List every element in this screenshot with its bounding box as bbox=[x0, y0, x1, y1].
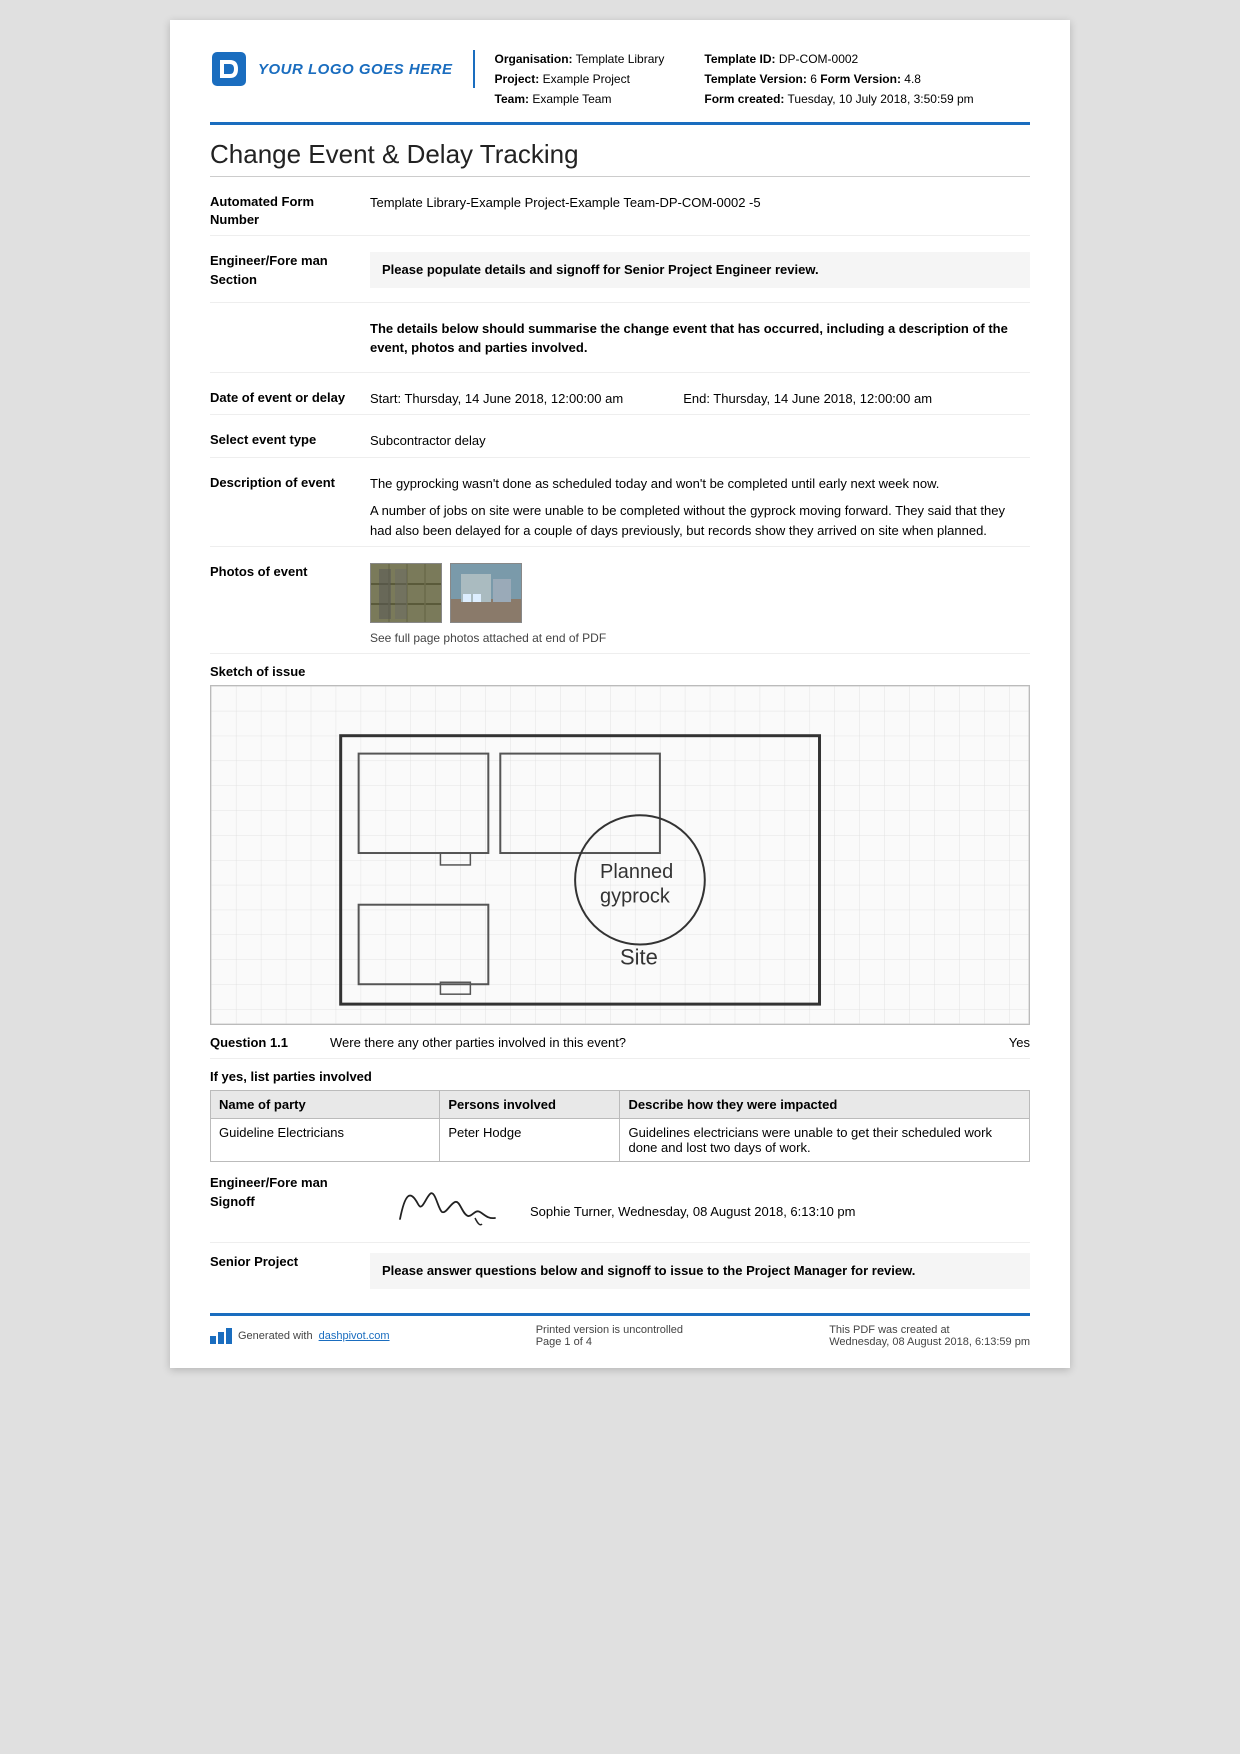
form-created-line: Form created: Tuesday, 10 July 2018, 3:5… bbox=[704, 90, 973, 108]
parties-label: If yes, list parties involved bbox=[210, 1069, 1030, 1084]
footer-right: This PDF was created at Wednesday, 08 Au… bbox=[829, 1324, 1030, 1348]
project-line: Project: Example Project bbox=[495, 70, 665, 88]
party-impact: Guidelines electricians were unable to g… bbox=[620, 1119, 1030, 1162]
page-label: Page 1 bbox=[536, 1336, 571, 1348]
logo-area: YOUR LOGO GOES HERE bbox=[210, 50, 475, 88]
photos-row: Photos of event bbox=[210, 557, 1030, 654]
photos-container bbox=[370, 563, 1030, 623]
col-header-name: Name of party bbox=[211, 1091, 440, 1119]
photos-label: Photos of event bbox=[210, 563, 370, 647]
document-page: YOUR LOGO GOES HERE Organisation: Templa… bbox=[170, 20, 1070, 1368]
footer-logo: Generated with dashpivot.com bbox=[210, 1328, 390, 1344]
auto-form-value: Template Library-Example Project-Example… bbox=[370, 193, 1030, 229]
date-label: Date of event or delay bbox=[210, 389, 370, 409]
generated-text: Generated with bbox=[238, 1330, 313, 1342]
event-type-value: Subcontractor delay bbox=[370, 431, 1030, 451]
svg-text:gyprock: gyprock bbox=[600, 886, 670, 908]
table-body: Guideline Electricians Peter Hodge Guide… bbox=[211, 1119, 1030, 1162]
table-header-row: Name of party Persons involved Describe … bbox=[211, 1091, 1030, 1119]
col-header-persons: Persons involved bbox=[440, 1091, 620, 1119]
version-line: Template Version: 6 Form Version: 4.8 bbox=[704, 70, 973, 88]
description-row: Description of event The gyprocking wasn… bbox=[210, 468, 1030, 548]
question-text: Were there any other parties involved in… bbox=[330, 1035, 989, 1050]
footer: Generated with dashpivot.com Printed ver… bbox=[210, 1313, 1030, 1348]
sketch-area: Planned gyprock Site bbox=[210, 685, 1030, 1025]
details-text: The details below should summarise the c… bbox=[370, 319, 1030, 358]
photo-note: See full page photos attached at end of … bbox=[370, 629, 1030, 647]
form-title: Change Event & Delay Tracking bbox=[210, 139, 1030, 177]
of-text: of 4 bbox=[574, 1336, 592, 1348]
pdf-created-label: This PDF was created at bbox=[829, 1324, 1030, 1336]
sketch-label: Sketch of issue bbox=[210, 664, 1030, 679]
team-line: Team: Example Team bbox=[495, 90, 665, 108]
parties-table: Name of party Persons involved Describe … bbox=[210, 1090, 1030, 1162]
signoff-row: Engineer/Fore man Signoff Sophie Turner,… bbox=[210, 1174, 1030, 1234]
eng-fore-row: Engineer/Fore man Section Please populat… bbox=[210, 246, 1030, 303]
signoff-name: Sophie Turner, Wednesday, 08 August 2018… bbox=[530, 1174, 855, 1219]
header-meta-left: Organisation: Template Library Project: … bbox=[495, 50, 665, 110]
details-row: The details below should summarise the c… bbox=[210, 313, 1030, 373]
uncontrolled-text: Printed version is uncontrolled bbox=[536, 1324, 683, 1336]
header: YOUR LOGO GOES HERE Organisation: Templa… bbox=[210, 50, 1030, 125]
footer-center: Printed version is uncontrolled Page 1 o… bbox=[536, 1324, 683, 1348]
dashpivot-link[interactable]: dashpivot.com bbox=[319, 1330, 390, 1342]
col-header-impact: Describe how they were impacted bbox=[620, 1091, 1030, 1119]
sketch-section: Sketch of issue bbox=[210, 664, 1030, 1025]
logo-icon bbox=[210, 50, 248, 88]
date-row: Date of event or delay Start: Thursday, … bbox=[210, 383, 1030, 416]
senior-row: Senior Project Please answer questions b… bbox=[210, 1242, 1030, 1297]
description-2: A number of jobs on site were unable to … bbox=[370, 501, 1030, 540]
auto-form-row: Automated Form Number Template Library-E… bbox=[210, 187, 1030, 236]
description-label: Description of event bbox=[210, 474, 370, 541]
sketch-svg: Planned gyprock Site bbox=[211, 686, 1029, 1024]
party-persons: Peter Hodge bbox=[440, 1119, 620, 1162]
org-line: Organisation: Template Library bbox=[495, 50, 665, 68]
page-number: Page 1 of 4 bbox=[536, 1336, 683, 1348]
pdf-created-value: Wednesday, 08 August 2018, 6:13:59 pm bbox=[829, 1336, 1030, 1348]
event-type-label: Select event type bbox=[210, 431, 370, 451]
signature-image bbox=[390, 1174, 510, 1234]
table-row: Guideline Electricians Peter Hodge Guide… bbox=[211, 1119, 1030, 1162]
eng-fore-value: Please populate details and signoff for … bbox=[370, 252, 1030, 296]
description-1: The gyprocking wasn't done as scheduled … bbox=[370, 474, 1030, 494]
footer-bars-icon bbox=[210, 1328, 232, 1344]
senior-project-value: Please answer questions below and signof… bbox=[370, 1253, 1030, 1289]
header-meta-right: Template ID: DP-COM-0002 Template Versio… bbox=[704, 50, 973, 110]
event-type-row: Select event type Subcontractor delay bbox=[210, 425, 1030, 458]
date-end: End: Thursday, 14 June 2018, 12:00:00 am bbox=[683, 389, 932, 409]
date-values: Start: Thursday, 14 June 2018, 12:00:00 … bbox=[370, 389, 1030, 409]
question-answer: Yes bbox=[1009, 1035, 1030, 1050]
question-label: Question 1.1 bbox=[210, 1035, 330, 1050]
party-name: Guideline Electricians bbox=[211, 1119, 440, 1162]
table-header: Name of party Persons involved Describe … bbox=[211, 1091, 1030, 1119]
svg-text:Site: Site bbox=[620, 945, 658, 970]
svg-text:Planned: Planned bbox=[600, 861, 673, 883]
date-start: Start: Thursday, 14 June 2018, 12:00:00 … bbox=[370, 389, 623, 409]
senior-project-label: Senior Project bbox=[210, 1253, 370, 1271]
auto-form-label: Automated Form Number bbox=[210, 193, 370, 229]
photo-thumb-1 bbox=[370, 563, 442, 623]
header-meta: Organisation: Template Library Project: … bbox=[495, 50, 1030, 110]
photo-thumb-2 bbox=[450, 563, 522, 623]
logo-text: YOUR LOGO GOES HERE bbox=[258, 61, 453, 78]
eng-fore-label: Engineer/Fore man Section bbox=[210, 252, 370, 296]
eng-fore-highlight: Please populate details and signoff for … bbox=[370, 252, 1030, 288]
signoff-label: Engineer/Fore man Signoff bbox=[210, 1174, 370, 1210]
question-1-1-row: Question 1.1 Were there any other partie… bbox=[210, 1035, 1030, 1059]
template-id-line: Template ID: DP-COM-0002 bbox=[704, 50, 973, 68]
